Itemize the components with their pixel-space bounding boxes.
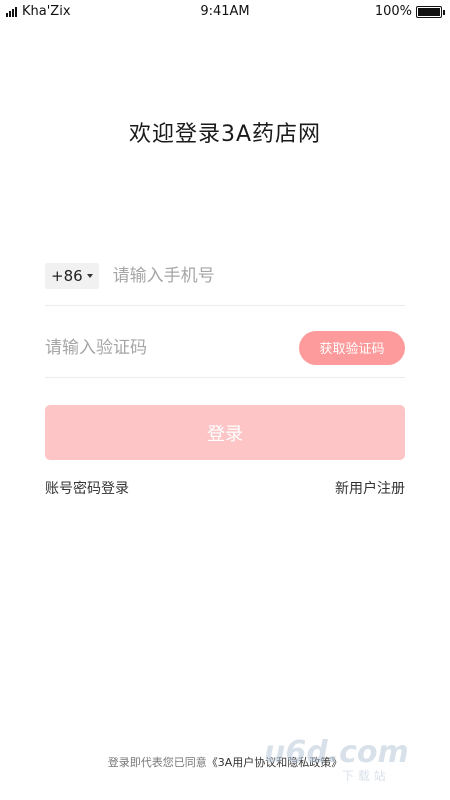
phone-field-row: +86 xyxy=(45,246,405,306)
get-code-button[interactable]: 获取验证码 xyxy=(299,330,405,365)
verification-code-input[interactable] xyxy=(45,327,299,368)
country-code-label: +86 xyxy=(51,266,83,285)
phone-input[interactable] xyxy=(112,255,405,296)
battery-percent: 100% xyxy=(374,4,412,19)
watermark-sub-text: 下 载 站 xyxy=(342,769,386,783)
country-code-selector[interactable]: +86 xyxy=(45,262,99,289)
login-button[interactable]: 登录 xyxy=(45,405,405,460)
agreement-text: 登录即代表您已同意《3A用户协议和隐私政策》 xyxy=(0,754,450,770)
caret-down-icon xyxy=(86,273,93,278)
register-link[interactable]: 新用户注册 xyxy=(335,478,405,498)
status-bar: Kha'Zix 9:41AM 100% xyxy=(0,0,450,24)
login-screen: Kha'Zix 9:41AM 100% 欢迎登录3A药店网 +86 获取验证码 … xyxy=(0,0,450,800)
agreement-prefix: 登录即代表您已同意 xyxy=(107,756,207,769)
password-login-link[interactable]: 账号密码登录 xyxy=(45,478,129,498)
status-right: 100% xyxy=(374,4,445,19)
battery-fill xyxy=(418,7,440,16)
battery-icon xyxy=(416,5,445,18)
code-field-row: 获取验证码 xyxy=(45,318,405,378)
agreement-link[interactable]: 《3A用户协议和隐私政策》 xyxy=(207,756,343,769)
page-title: 欢迎登录3A药店网 xyxy=(128,122,322,147)
